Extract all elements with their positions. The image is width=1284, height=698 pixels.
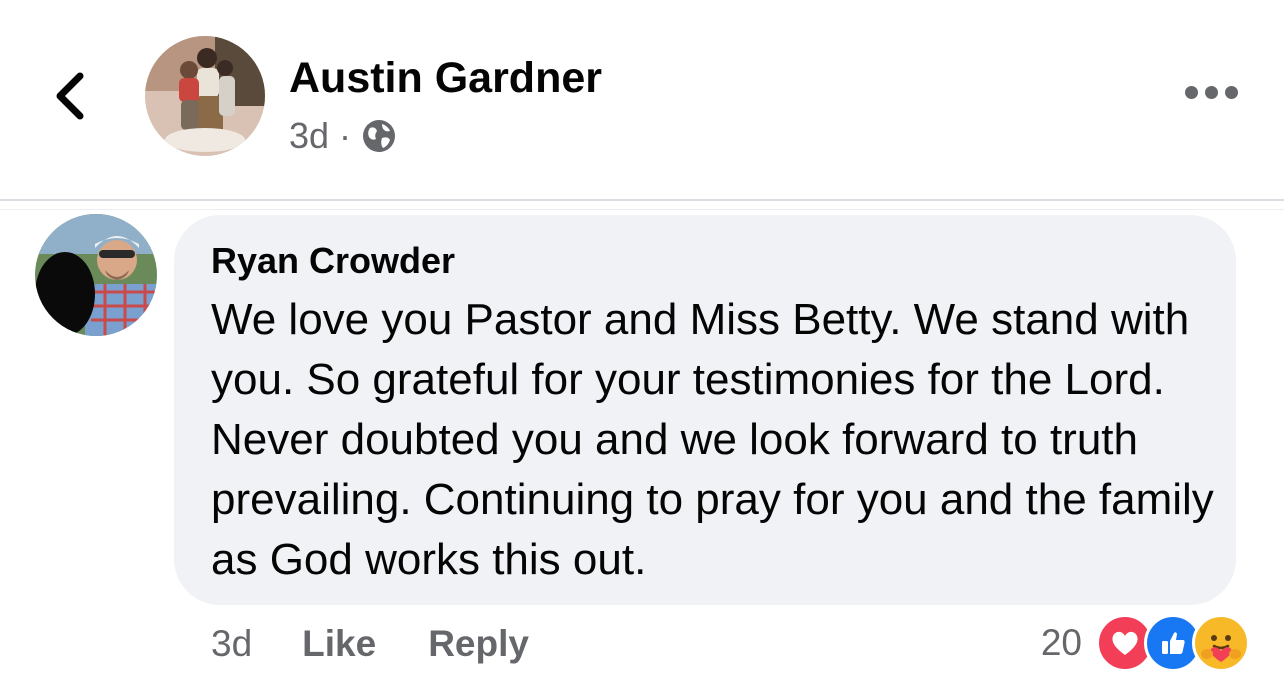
dot-icon	[1185, 86, 1198, 99]
avatar-photo	[35, 214, 157, 336]
comment-timestamp[interactable]: 3d	[211, 623, 252, 665]
back-button[interactable]	[48, 68, 92, 124]
reply-button[interactable]: Reply	[428, 623, 529, 665]
post-author-name[interactable]: Austin Gardner	[289, 54, 602, 103]
reaction-summary[interactable]: 20	[1041, 614, 1250, 672]
header-divider	[0, 199, 1284, 201]
post-timestamp[interactable]: 3d	[289, 115, 329, 157]
avatar-photo	[145, 36, 265, 156]
dot-icon	[1225, 86, 1238, 99]
post-author-avatar[interactable]	[145, 36, 265, 156]
meta-separator: ·	[339, 115, 352, 156]
care-icon	[1192, 614, 1250, 672]
comment-author-avatar[interactable]	[35, 214, 157, 336]
more-options-button[interactable]	[1185, 86, 1238, 99]
chevron-left-icon	[56, 72, 84, 120]
comment-text: We love you Pastor and Miss Betty. We st…	[211, 295, 1214, 584]
dot-icon	[1205, 86, 1218, 99]
post-meta: 3d ·	[289, 114, 397, 158]
reaction-count: 20	[1040, 622, 1082, 663]
reaction-icons	[1096, 614, 1250, 672]
header-divider-shadow	[0, 209, 1284, 210]
like-button[interactable]: Like	[302, 623, 376, 665]
comment-thread-screen: Austin Gardner 3d · Ryan Crowder We love…	[0, 0, 1284, 698]
globe-icon	[363, 120, 396, 152]
comment-actions: 3d Like Reply	[211, 620, 529, 668]
comment-author-name[interactable]: Ryan Crowder	[211, 240, 455, 282]
